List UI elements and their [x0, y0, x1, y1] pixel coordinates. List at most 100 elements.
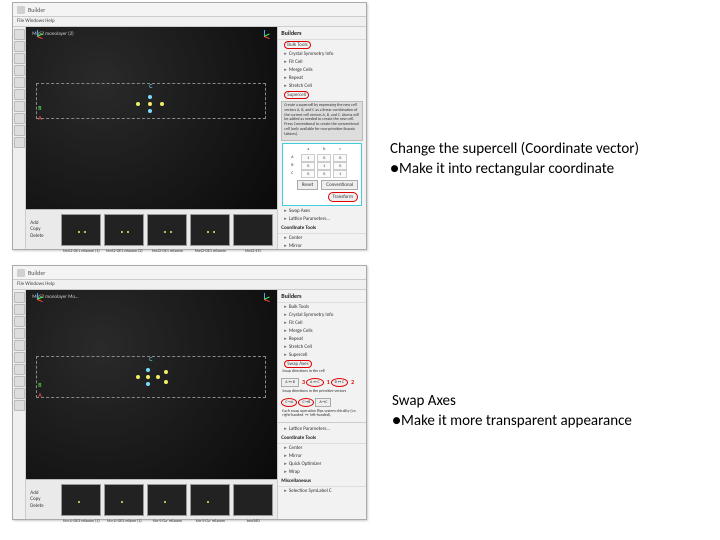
axes-origin-icon: [32, 293, 46, 307]
center-item[interactable]: Center: [278, 234, 366, 242]
transform-button[interactable]: Transform: [328, 192, 359, 202]
stretch-cell-item[interactable]: Stretch Cell: [278, 82, 366, 90]
swap-buttons-2: C→A C→B A→C: [281, 398, 363, 407]
tool-icon[interactable]: [14, 65, 25, 76]
tool-icon[interactable]: [14, 137, 25, 148]
coord-tools-header: Coordinate Tools: [278, 433, 366, 444]
tool-icon[interactable]: [14, 101, 25, 112]
tool-icon[interactable]: [14, 41, 25, 52]
crystal-symmetry-item[interactable]: Crystal Symmetry Info: [278, 311, 366, 319]
repeat-item[interactable]: Repeat: [278, 74, 366, 82]
swap-note: Swap directions in the cell: [282, 370, 362, 375]
stash-thumb[interactable]: MoS2-OE1 relaxom: [147, 214, 187, 246]
annotation-title: Change the supercell (Coordinate vector): [390, 140, 710, 160]
tool-icon[interactable]: [14, 77, 25, 88]
misc-header: Miscellaneous: [278, 476, 366, 487]
bulk-tools-item[interactable]: Bulk Tools: [278, 40, 366, 50]
annotation-swap-axes: Swap Axes ●Make it more transparent appe…: [392, 392, 712, 431]
matrix-input[interactable]: 1: [301, 154, 315, 162]
mirror-item[interactable]: Mirror: [278, 452, 366, 460]
tool-icon[interactable]: [14, 113, 25, 124]
conventional-button[interactable]: Conventional: [321, 180, 358, 190]
builders-header: Builders: [278, 290, 366, 303]
fit-cell-item[interactable]: Fit Cell: [278, 58, 366, 66]
tool-icon[interactable]: [14, 388, 25, 399]
wrap-item[interactable]: Wrap: [278, 468, 366, 476]
lattice-params-item[interactable]: Lattice Parameters…: [278, 215, 366, 223]
stash-thumb[interactable]: Mo-Li-OE3 relaxom (1): [61, 484, 101, 516]
stash-thumb[interactable]: MoS2-OE1 relaxom: [190, 214, 230, 246]
matrix-input[interactable]: 0: [301, 162, 315, 170]
swap-ca-button[interactable]: C→A: [281, 398, 297, 407]
left-toolbar: [13, 290, 26, 519]
tool-icon[interactable]: [14, 304, 25, 315]
merge-cells-item[interactable]: Merge Cells: [278, 327, 366, 335]
swap-ac-button[interactable]: A↔C: [306, 378, 324, 387]
viewport-3d[interactable]: MoS2 monolayer (2) A B C: [26, 27, 277, 209]
supercell-item[interactable]: Supercell: [278, 90, 366, 100]
quick-optimizer-item[interactable]: Quick Optimizer: [278, 460, 366, 468]
stash-thumb[interactable]: Mo-S-Ga- relaxom: [190, 484, 230, 516]
app-icon: [17, 6, 25, 14]
builders-panel: Builders Bulk Tools Crystal Symmetry Inf…: [277, 290, 366, 519]
tool-icon[interactable]: [14, 89, 25, 100]
matrix-input[interactable]: 0: [333, 162, 347, 170]
viewport-3d[interactable]: MoS2 monolayer Mo… A B C: [26, 290, 277, 479]
tool-icon[interactable]: [14, 364, 25, 375]
matrix-input[interactable]: 0: [317, 154, 331, 162]
merge-cells-item[interactable]: Merge Cells: [278, 66, 366, 74]
builders-panel: Builders Bulk Tools Crystal Symmetry Inf…: [277, 27, 366, 249]
reset-button[interactable]: Reset: [297, 180, 318, 190]
matrix-input[interactable]: 0: [333, 154, 347, 162]
stash-thumb[interactable]: Mo-Li-OE3 relaxm (1): [104, 484, 144, 516]
axis-label-a: A: [38, 391, 41, 399]
stash-thumb[interactable]: tmo56O: [233, 484, 273, 516]
annotation-bullet: ●Make it into rectangular coordinate: [390, 160, 710, 180]
tool-icon[interactable]: [14, 29, 25, 40]
axes-origin-icon: [32, 30, 46, 44]
matrix-input[interactable]: 0: [317, 170, 331, 178]
stash-thumb[interactable]: MoS2-ETC: [233, 214, 273, 246]
swap-axes-item[interactable]: Swap Axes: [278, 359, 366, 369]
screenshot-bottom: Builder File Windows Help MoS2 monolayer…: [12, 265, 367, 520]
left-toolbar: [13, 27, 26, 249]
stash-actions[interactable]: Add Copy Delete: [30, 220, 58, 240]
tool-icon[interactable]: [14, 328, 25, 339]
builders-header: Builders: [278, 27, 366, 40]
matrix-input[interactable]: 1: [333, 170, 347, 178]
swap-bc-button[interactable]: B↔C: [331, 378, 348, 387]
stash-row: Add Copy Delete MoS2-OE1 relaxom (1) MoS…: [26, 209, 277, 249]
bulk-tools-item[interactable]: Bulk Tools: [278, 303, 366, 311]
lattice-params-item[interactable]: Lattice Parameters…: [278, 425, 366, 433]
misc-item[interactable]: Selection SymLabel C: [278, 487, 366, 495]
stash-thumb[interactable]: MoS2-OE1 relaxom (2): [104, 214, 144, 246]
tool-icon[interactable]: [14, 340, 25, 351]
tool-icon[interactable]: [14, 316, 25, 327]
crystal-symmetry-item[interactable]: Crystal Symmetry Info: [278, 50, 366, 58]
menubar[interactable]: File Windows Help: [13, 17, 366, 27]
center-item[interactable]: Center: [278, 444, 366, 452]
annotation-bullet: ●Make it more transparent appearance: [392, 412, 712, 432]
tool-icon[interactable]: [14, 53, 25, 64]
swap-ab-button[interactable]: A↔B: [281, 378, 299, 387]
axis-label-c: C: [149, 82, 152, 90]
stretch-cell-item[interactable]: Stretch Cell: [278, 343, 366, 351]
stash-thumb[interactable]: MoS2-OE1 relaxom (1): [61, 214, 101, 246]
matrix-input[interactable]: 0: [301, 170, 315, 178]
tool-icon[interactable]: [14, 352, 25, 363]
tool-icon[interactable]: [14, 292, 25, 303]
swap-ac2-button[interactable]: A→C: [315, 398, 331, 407]
swap-axes-item[interactable]: Swap Axes: [278, 207, 366, 215]
repeat-item[interactable]: Repeat: [278, 335, 366, 343]
swap-cb-button[interactable]: C→B: [298, 398, 314, 407]
matrix-input[interactable]: 1: [317, 162, 331, 170]
stash-actions[interactable]: Add Copy Delete: [30, 490, 58, 510]
stash-thumb[interactable]: Mo-S-Ga- relaxom: [147, 484, 187, 516]
menubar[interactable]: File Windows Help: [13, 280, 366, 290]
fit-cell-item[interactable]: Fit Cell: [278, 319, 366, 327]
tool-icon[interactable]: [14, 376, 25, 387]
tool-icon[interactable]: [14, 400, 25, 411]
tool-icon[interactable]: [14, 125, 25, 136]
mirror-item[interactable]: Mirror: [278, 242, 366, 249]
supercell-item[interactable]: Supercell: [278, 351, 366, 359]
